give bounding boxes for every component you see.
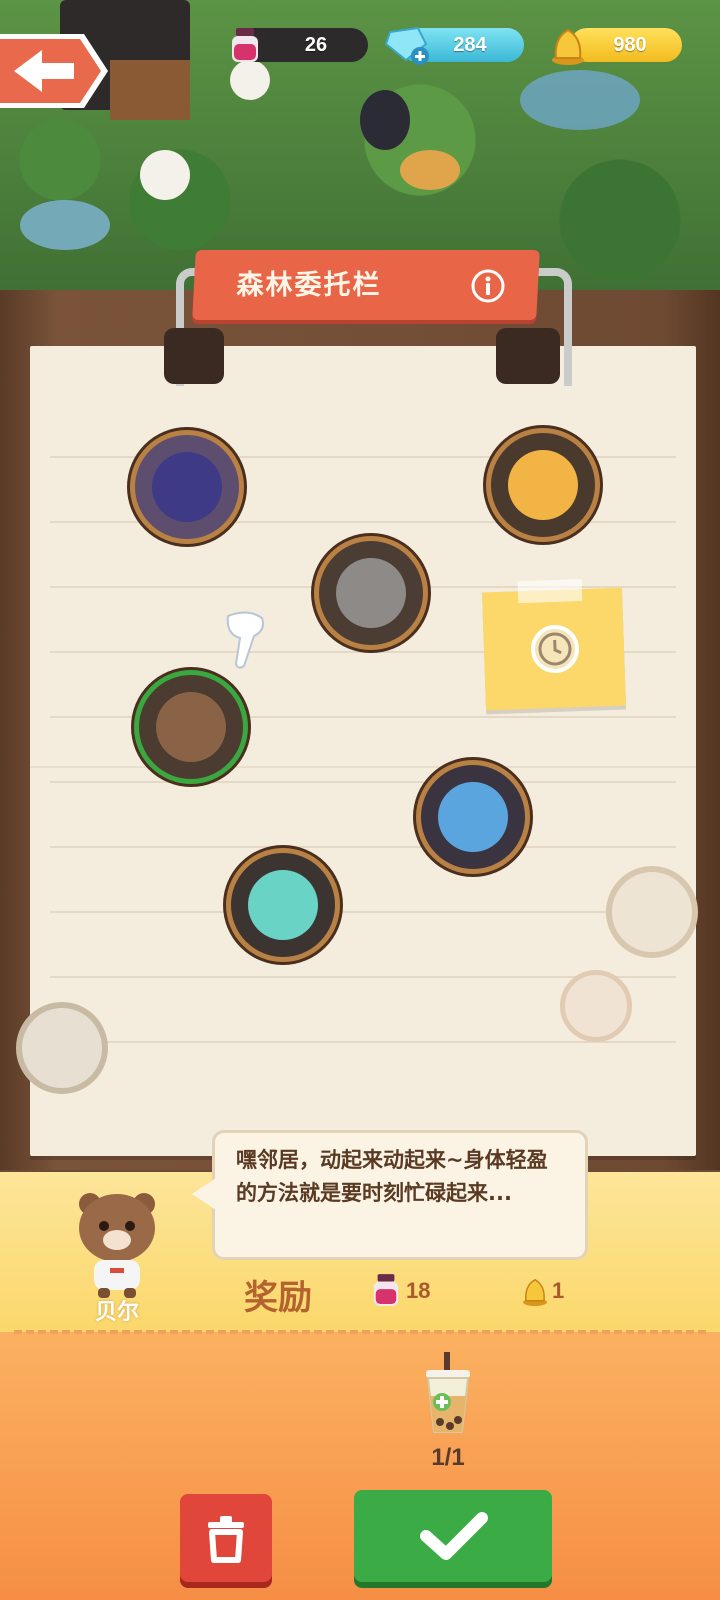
clock-icon bbox=[529, 623, 581, 675]
checkmark-icon bbox=[420, 1512, 488, 1560]
reward-label: 奖励 bbox=[244, 1278, 312, 1318]
ink-count: 26 bbox=[304, 34, 328, 56]
board-title: 森林委托栏 bbox=[236, 270, 382, 301]
speaker-name: 贝尔 bbox=[94, 1300, 139, 1325]
confirm-button[interactable] bbox=[354, 1490, 552, 1582]
gem-count: 284 bbox=[453, 34, 487, 56]
discard-button[interactable] bbox=[180, 1494, 272, 1582]
npc-portrait-wolf[interactable] bbox=[416, 760, 530, 874]
stump-decoration bbox=[16, 1002, 108, 1094]
clip-left bbox=[164, 328, 224, 384]
requirement-progress: 1/1 bbox=[431, 1444, 465, 1471]
reward-coin-amount: 1 bbox=[552, 1278, 565, 1303]
clip-right bbox=[496, 328, 560, 384]
speech-tail bbox=[192, 1178, 216, 1210]
info-icon[interactable] bbox=[470, 268, 506, 304]
npc-portrait-cat-blue[interactable] bbox=[130, 430, 244, 544]
stump-decoration bbox=[606, 866, 698, 958]
cooldown-note[interactable] bbox=[481, 578, 627, 711]
ink-jar-icon bbox=[372, 1272, 400, 1308]
ink-jar-icon bbox=[230, 26, 260, 64]
npc-portrait-cat-orange[interactable] bbox=[486, 428, 600, 542]
back-arrow-icon bbox=[0, 34, 108, 108]
npc-portrait-bear-mint[interactable] bbox=[226, 848, 340, 962]
back-button[interactable] bbox=[0, 34, 110, 108]
coin-count: 980 bbox=[613, 34, 647, 56]
npc-portrait-bear-selected[interactable] bbox=[134, 670, 248, 784]
add-gem-icon[interactable] bbox=[384, 26, 430, 66]
stump-decoration bbox=[560, 970, 632, 1042]
gold-coin-icon bbox=[548, 24, 588, 66]
milk-tea-icon bbox=[420, 1352, 476, 1436]
trash-icon bbox=[208, 1516, 244, 1563]
speaker-avatar bbox=[72, 1184, 162, 1300]
pointer-hand-icon bbox=[218, 608, 270, 672]
divider bbox=[14, 1330, 706, 1334]
dialog-text: 嘿邻居，动起来动起来~身体轻盈的方法就是要时刻忙碌起来... bbox=[236, 1148, 548, 1205]
npc-portrait-donkey[interactable] bbox=[314, 536, 428, 650]
tape bbox=[517, 578, 583, 604]
reward-ink-amount: 18 bbox=[406, 1278, 431, 1303]
gold-coin-icon bbox=[520, 1274, 550, 1308]
